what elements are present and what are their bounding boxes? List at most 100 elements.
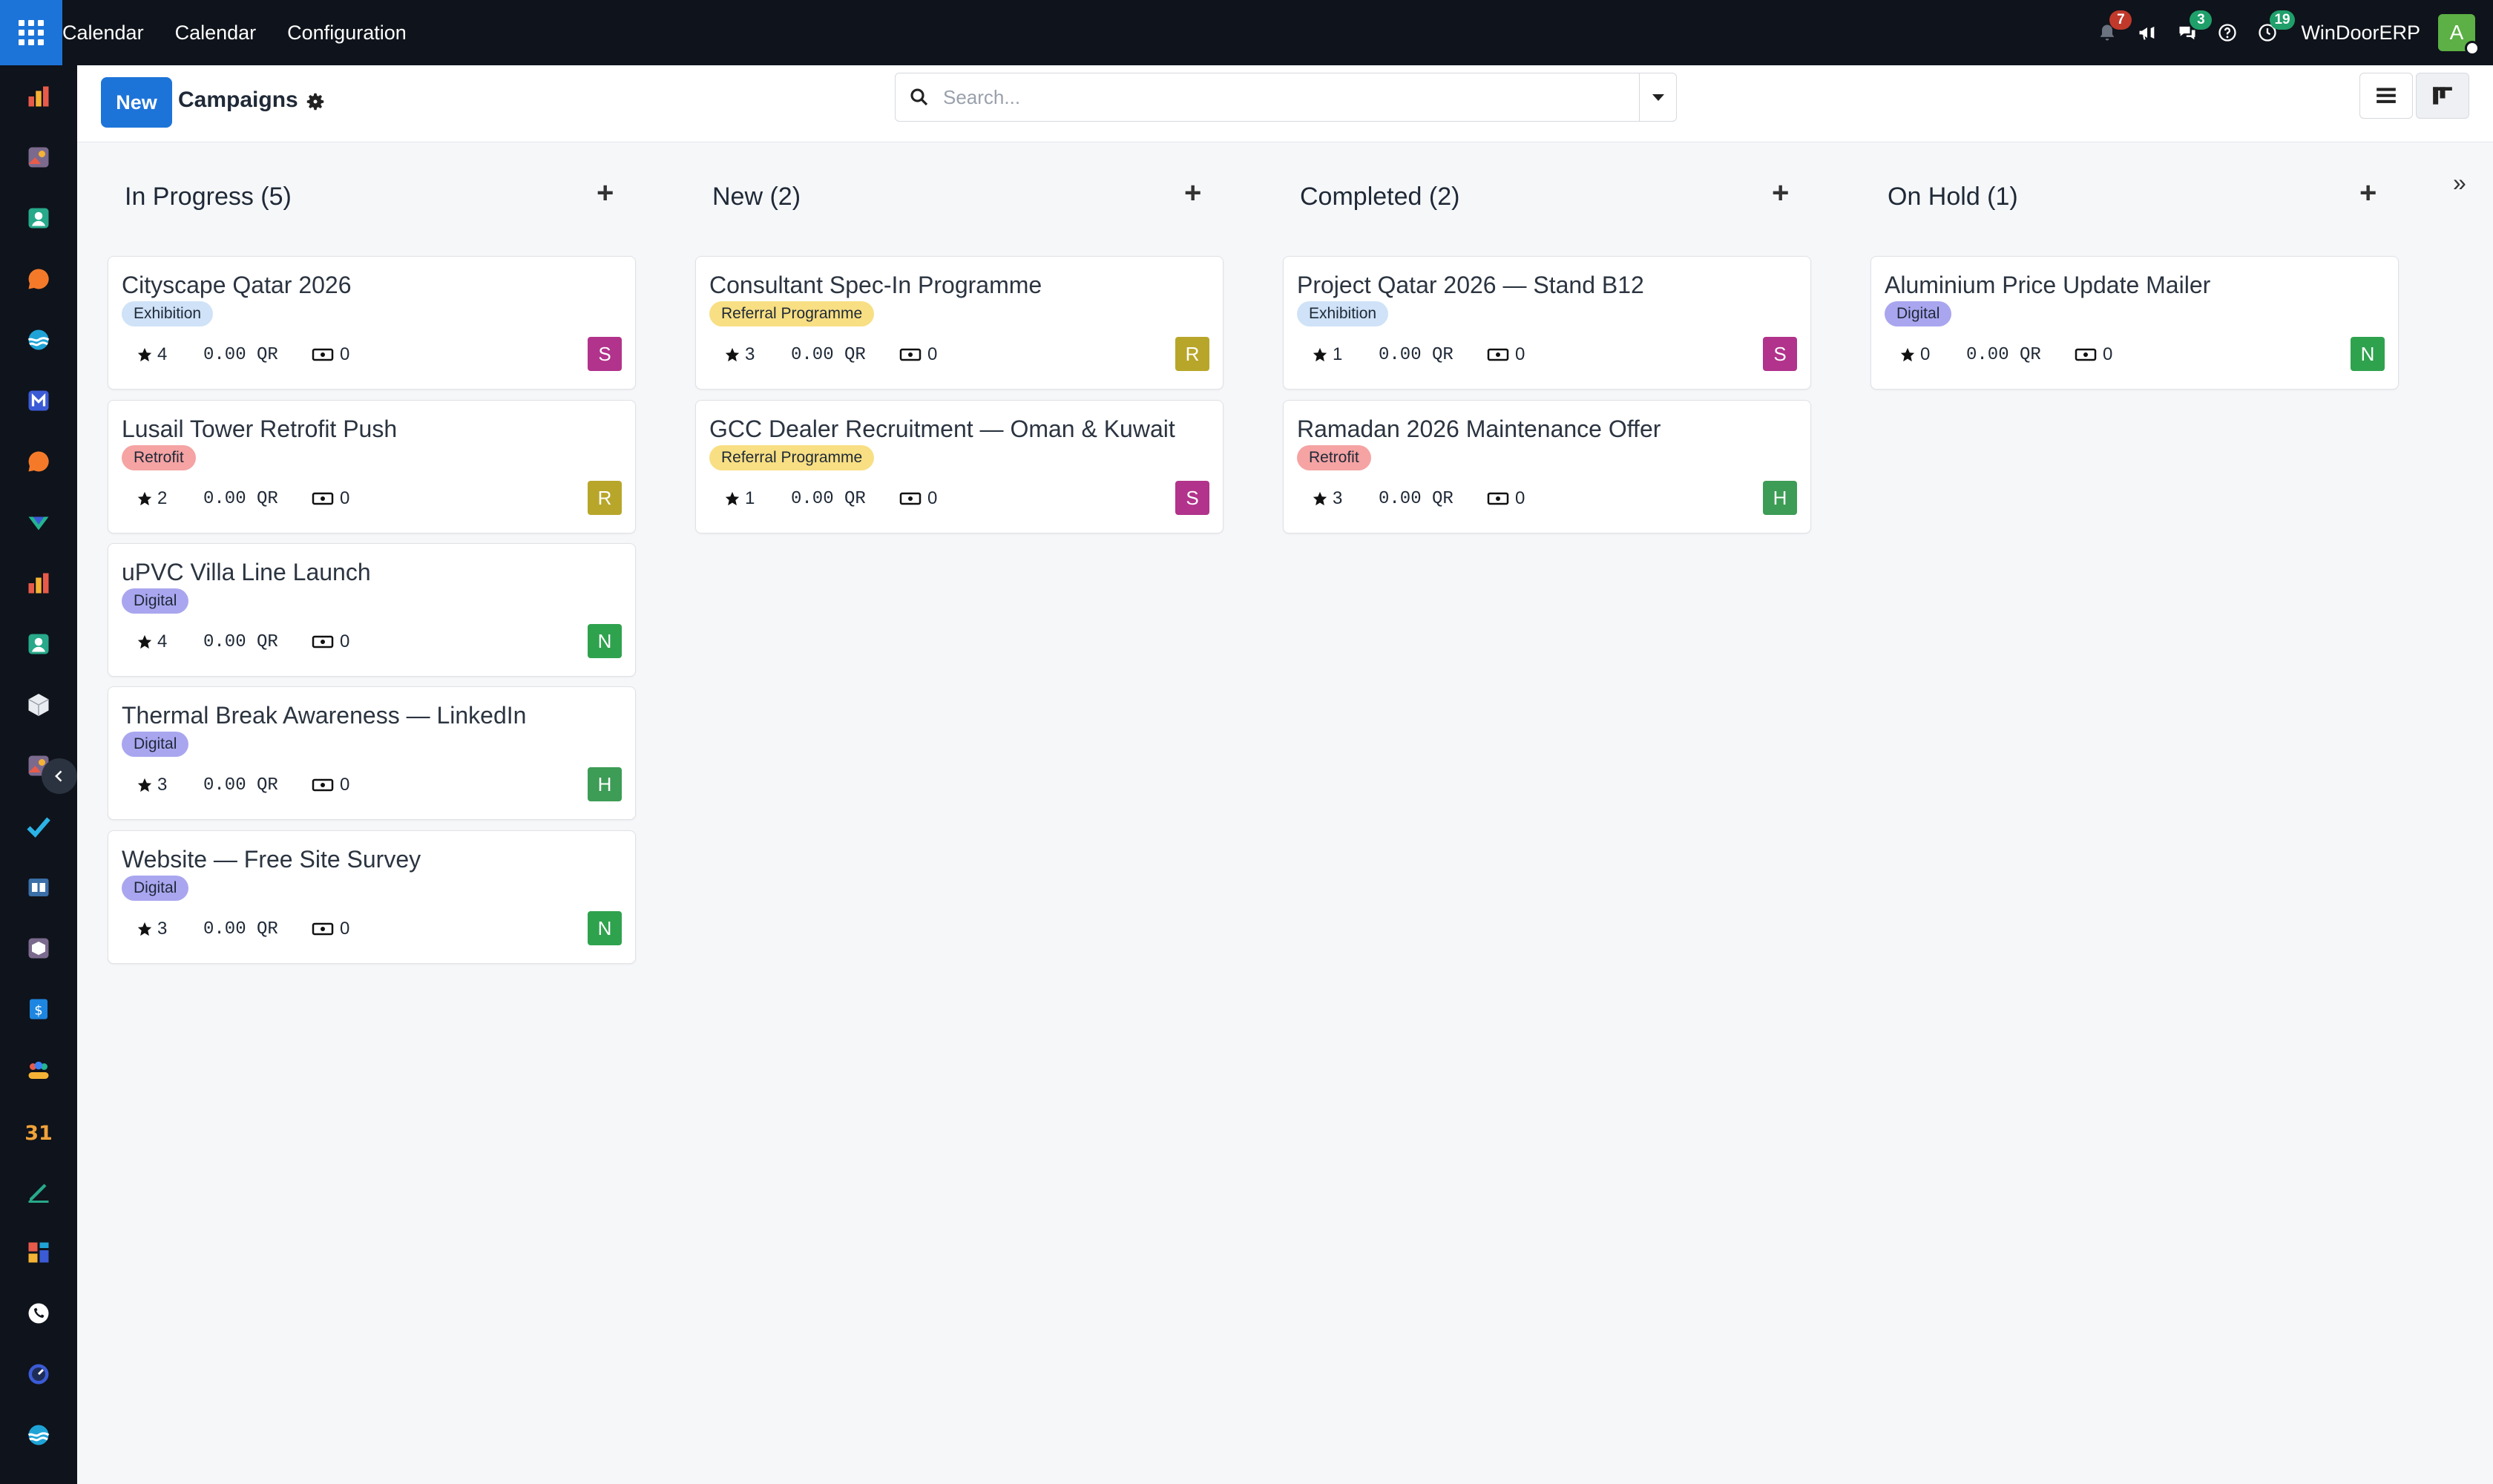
expand-columns-button[interactable]: »	[2453, 169, 2466, 197]
top-navbar: Calendar Calendar Configuration 7 3 19 W…	[0, 0, 2493, 65]
announcements-button[interactable]	[2127, 0, 2167, 65]
assignee-avatar[interactable]: H	[588, 767, 622, 801]
svg-text:31: 31	[25, 1122, 52, 1144]
card-stars: 3	[137, 919, 203, 939]
card-tag: Digital	[1885, 301, 1952, 326]
invoice-app-icon[interactable]: $	[0, 987, 77, 1031]
contacts2-app-icon[interactable]	[0, 622, 77, 666]
sign-app-icon[interactable]	[0, 1169, 77, 1214]
gear-icon[interactable]	[304, 91, 326, 113]
assignee-avatar[interactable]: S	[588, 337, 622, 371]
column-quick-create-button[interactable]: +	[1184, 178, 1201, 208]
assignee-avatar[interactable]: R	[588, 481, 622, 515]
assignee-avatar[interactable]: H	[1763, 481, 1797, 515]
card-stars: 2	[137, 488, 203, 509]
kanban-column: Completed (2) +	[1282, 172, 1810, 224]
apps-menu-button[interactable]	[0, 0, 62, 65]
column-quick-create-button[interactable]: +	[1772, 178, 1789, 208]
card-stars: 3	[1312, 488, 1379, 509]
user-avatar[interactable]: A	[2438, 14, 2480, 56]
card-revenue: 0.00 QR	[203, 631, 278, 652]
new-button[interactable]: New	[101, 77, 172, 128]
assignee-avatar[interactable]: R	[1175, 337, 1209, 371]
star-icon	[725, 347, 740, 362]
card-mailings: 0	[2075, 344, 2112, 365]
campaign-card[interactable]: uPVC Villa Line Launch Digital 4 0.00 QR…	[108, 543, 636, 677]
chart2-app-icon[interactable]	[0, 561, 77, 605]
contacts-app-icon[interactable]	[0, 196, 77, 240]
assignee-avatar[interactable]: N	[588, 624, 622, 658]
campaign-card[interactable]: Aluminium Price Update Mailer Digital 0 …	[1870, 256, 2399, 390]
star-icon	[137, 491, 152, 506]
kanban-icon	[2433, 87, 2452, 105]
campaign-card[interactable]: Lusail Tower Retrofit Push Retrofit 2 0.…	[108, 400, 636, 533]
star-icon	[137, 634, 152, 649]
campaign-card[interactable]: GCC Dealer Recruitment — Oman & Kuwait R…	[695, 400, 1223, 533]
column-title[interactable]: On Hold (1)	[1888, 183, 2018, 211]
check-app-icon[interactable]	[0, 500, 77, 545]
photo-app-icon[interactable]	[0, 135, 77, 180]
star-icon	[1313, 347, 1327, 362]
card-title: uPVC Villa Line Launch	[122, 559, 371, 585]
assignee-avatar[interactable]: N	[2351, 337, 2385, 371]
book-app-icon[interactable]	[0, 865, 77, 910]
activities-badge: 19	[2270, 10, 2295, 30]
chart-app-icon[interactable]	[0, 74, 77, 119]
card-mailings: 0	[312, 344, 349, 365]
mail-app-icon[interactable]	[0, 378, 77, 423]
list-view-button[interactable]	[2359, 73, 2413, 119]
assignee-avatar[interactable]: S	[1763, 337, 1797, 371]
menu-calendar[interactable]: Calendar	[175, 22, 257, 45]
search-input[interactable]	[943, 75, 1639, 119]
column-title[interactable]: Completed (2)	[1300, 183, 1459, 211]
dashboard-app-icon[interactable]	[0, 1230, 77, 1275]
package-app-icon[interactable]	[0, 926, 77, 971]
card-footer: 3 0.00 QR 0	[724, 344, 937, 365]
kanban-column: New (2) +	[694, 172, 1223, 224]
sidebar-collapse-button[interactable]	[42, 758, 77, 794]
campaign-card[interactable]: Ramadan 2026 Maintenance Offer Retrofit …	[1283, 400, 1811, 533]
column-quick-create-button[interactable]: +	[597, 178, 614, 208]
wave-app-icon[interactable]	[0, 318, 77, 362]
menu-configuration[interactable]: Configuration	[287, 22, 407, 45]
menu-app-name[interactable]: Calendar	[62, 22, 144, 45]
money-icon	[899, 492, 922, 505]
campaign-card[interactable]: Cityscape Qatar 2026 Exhibition 4 0.00 Q…	[108, 256, 636, 390]
assignee-avatar[interactable]: N	[588, 911, 622, 945]
kanban-view-button[interactable]	[2416, 73, 2469, 119]
stars-value: 1	[1333, 344, 1343, 364]
clock-app-icon[interactable]	[0, 1352, 77, 1396]
campaign-card[interactable]: Consultant Spec-In Programme Referral Pr…	[695, 256, 1223, 390]
card-revenue: 0.00 QR	[203, 344, 278, 365]
money-icon	[2075, 348, 2097, 361]
campaign-card[interactable]: Project Qatar 2026 — Stand B12 Exhibitio…	[1283, 256, 1811, 390]
column-title[interactable]: New (2)	[712, 183, 801, 211]
assignee-avatar[interactable]: S	[1175, 481, 1209, 515]
card-footer: 3 0.00 QR 0	[1312, 488, 1525, 509]
wave2-app-icon[interactable]	[0, 1413, 77, 1457]
column-quick-create-button[interactable]: +	[2359, 178, 2377, 208]
activities-button[interactable]: 19	[2247, 0, 2295, 65]
box-app-icon[interactable]	[0, 683, 77, 727]
company-switcher[interactable]: WinDoorERP	[2301, 22, 2420, 45]
search-options-toggle[interactable]	[1639, 73, 1676, 121]
whatsapp-app-icon[interactable]	[0, 1291, 77, 1336]
notifications-button[interactable]: 7	[2087, 0, 2132, 65]
checkmark-app-icon[interactable]	[0, 804, 77, 849]
card-footer: 3 0.00 QR 0	[137, 775, 349, 795]
column-title[interactable]: In Progress (5)	[125, 183, 292, 211]
chat-app-icon[interactable]	[0, 257, 77, 301]
campaign-card[interactable]: Website — Free Site Survey Digital 3 0.0…	[108, 830, 636, 964]
calendar-app-icon[interactable]: 31	[0, 1109, 77, 1153]
card-tag: Digital	[122, 732, 189, 757]
campaign-card[interactable]: Thermal Break Awareness — LinkedIn Digit…	[108, 686, 636, 820]
stars-value: 2	[157, 488, 168, 508]
card-mailings: 0	[312, 488, 349, 509]
messages-button[interactable]: 3	[2167, 0, 2213, 65]
money-icon	[312, 492, 334, 505]
card-stars: 4	[137, 344, 203, 365]
chat2-app-icon[interactable]	[0, 439, 77, 484]
help-button[interactable]	[2207, 0, 2247, 65]
team-app-icon[interactable]	[0, 1048, 77, 1092]
money-icon	[312, 922, 334, 936]
